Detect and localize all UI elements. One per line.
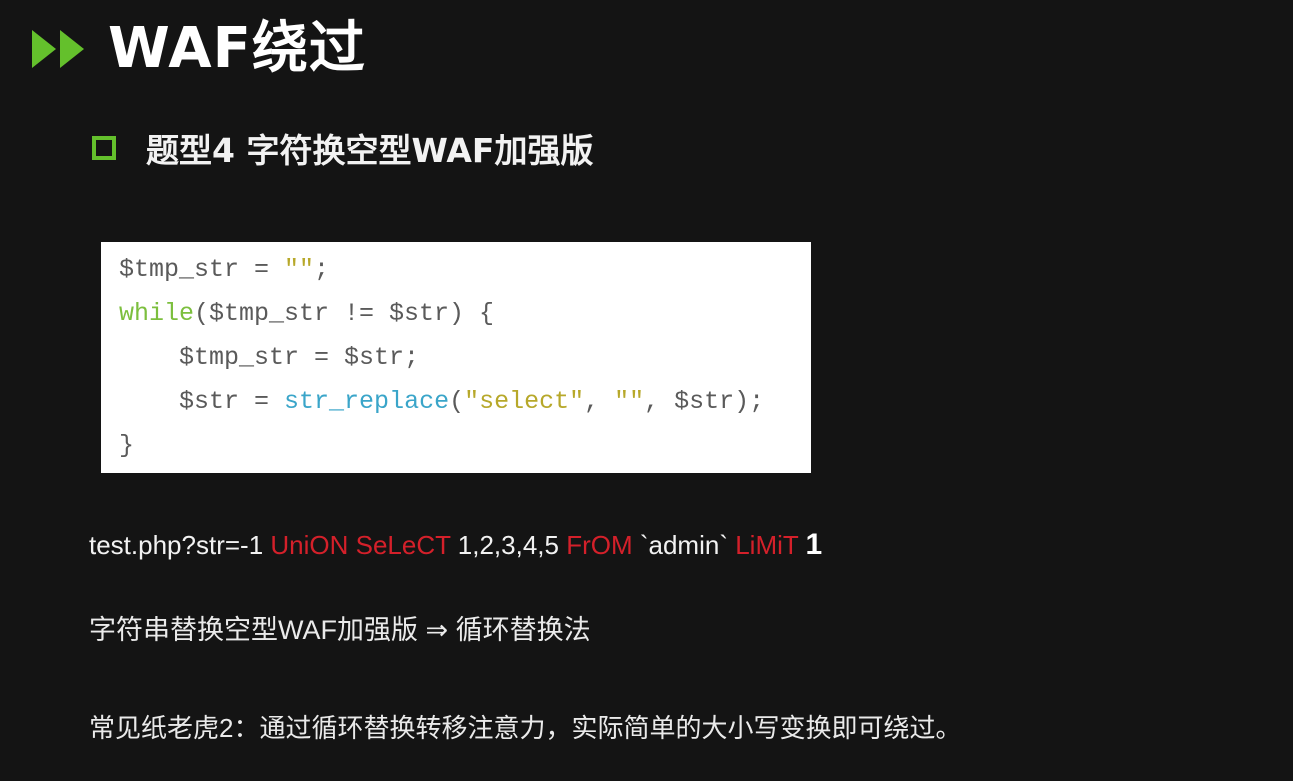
- code-token: str_replace: [284, 387, 450, 416]
- code-line: while($tmp_str != $str) {: [119, 292, 811, 336]
- payload-text: 1: [805, 528, 823, 561]
- code-token: ($tmp_str != $str) {: [194, 299, 495, 328]
- code-line: }: [119, 424, 811, 468]
- code-token: "": [284, 255, 315, 284]
- payload-keyword: UniON SeLeCT: [270, 530, 451, 560]
- code-token: $tmp_str =: [119, 255, 285, 284]
- payload-text: 1,2,3,4,5: [450, 530, 567, 560]
- code-token: ;: [314, 255, 330, 284]
- code-token: }: [119, 431, 135, 460]
- code-token: $tmp_str = $str;: [179, 343, 420, 372]
- code-token: $str =: [179, 387, 285, 416]
- double-play-icon: [32, 28, 86, 70]
- payload-keyword: FrOM: [566, 530, 633, 560]
- slide-subtitle: 题型4 字符换空型WAF加强版: [146, 131, 594, 170]
- payload-text: test.php?str=-1: [89, 530, 271, 560]
- slide-title: WAF绕过: [108, 16, 366, 81]
- slide: WAF绕过 题型4 字符换空型WAF加强版 $tmp_str = ""; whil…: [0, 0, 1293, 781]
- code-token: "select": [464, 387, 585, 416]
- code-line: $tmp_str = $str;: [119, 336, 811, 380]
- method-note: 字符串替换空型WAF加强版 ⇒ 循环替换法: [89, 615, 591, 645]
- code-token: while: [119, 299, 195, 328]
- subtitle-row: 题型4 字符换空型WAF加强版: [92, 126, 593, 170]
- title-row: WAF绕过: [32, 14, 366, 84]
- code-token: "": [614, 387, 645, 416]
- payload-url: test.php?str=-1 UniON SeLeCT 1,2,3,4,5 F…: [89, 528, 822, 562]
- code-token: , $str);: [644, 387, 765, 416]
- payload-text: `admin`: [632, 530, 736, 560]
- code-line: $tmp_str = "";: [119, 248, 811, 292]
- code-token: ,: [584, 387, 615, 416]
- code-block: $tmp_str = ""; while($tmp_str != $str) { …: [101, 242, 811, 473]
- code-token: (: [449, 387, 465, 416]
- hollow-square-icon: [92, 136, 116, 160]
- payload-text: [798, 530, 805, 560]
- tip-note: 常见纸老虎2：通过循环替换转移注意力，实际简单的大小写变换即可绕过。: [89, 713, 962, 743]
- code-line: $str = str_replace("select", "", $str);: [119, 380, 811, 424]
- payload-keyword: LiMiT: [735, 530, 799, 560]
